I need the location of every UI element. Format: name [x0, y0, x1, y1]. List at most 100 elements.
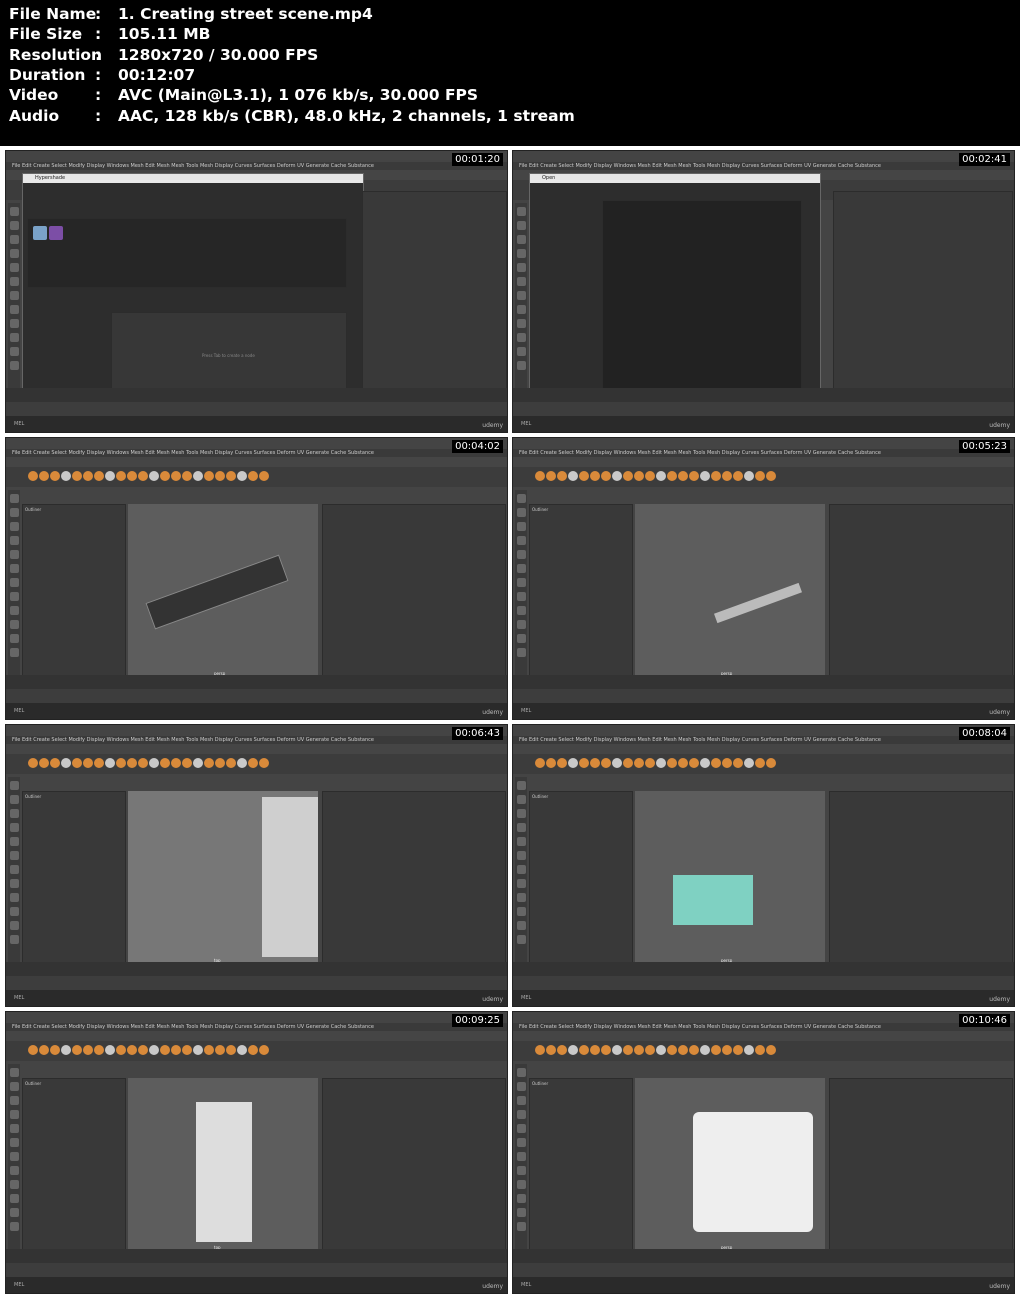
tool-icon[interactable] — [9, 907, 19, 916]
shelf-tool-icon[interactable] — [215, 1045, 225, 1055]
shelf-tool-icon[interactable] — [766, 1045, 776, 1055]
file-list[interactable] — [602, 200, 802, 390]
tool-icon[interactable] — [9, 935, 19, 944]
shelf-tool-icon[interactable] — [138, 758, 148, 768]
shelf-tool-icon[interactable] — [72, 758, 82, 768]
tool-icon[interactable] — [9, 879, 19, 888]
shelf-tool-icon[interactable] — [226, 471, 236, 481]
shelf-tool-icon[interactable] — [590, 471, 600, 481]
tool-icon[interactable] — [516, 620, 526, 629]
shelf-tool-icon[interactable] — [546, 1045, 556, 1055]
tool-icon[interactable] — [516, 221, 526, 230]
menu-bar[interactable]: File Edit Create Select Modify Display W… — [6, 449, 507, 457]
time-slider[interactable] — [6, 388, 507, 402]
shelf-tool-icon[interactable] — [557, 758, 567, 768]
tool-icon[interactable] — [9, 319, 19, 328]
shelf-tool-icon[interactable] — [105, 1045, 115, 1055]
tool-icon[interactable] — [516, 249, 526, 258]
tool-icon[interactable] — [516, 361, 526, 370]
shelf-tool-icon[interactable] — [700, 471, 710, 481]
tool-icon[interactable] — [9, 249, 19, 258]
tool-icon[interactable] — [9, 291, 19, 300]
shelf-tool-icon[interactable] — [248, 758, 258, 768]
shelf-tool-icon[interactable] — [237, 1045, 247, 1055]
shelf-tool-icon[interactable] — [733, 1045, 743, 1055]
shelf-tool-icon[interactable] — [623, 1045, 633, 1055]
tool-icon[interactable] — [516, 207, 526, 216]
shelf-tool-icon[interactable] — [667, 471, 677, 481]
tool-icon[interactable] — [516, 536, 526, 545]
shelf-tool-icon[interactable] — [634, 758, 644, 768]
tool-icon[interactable] — [516, 1138, 526, 1147]
shelf-tool-icon[interactable] — [612, 758, 622, 768]
tool-icon[interactable] — [516, 592, 526, 601]
shelf-tool-icon[interactable] — [72, 471, 82, 481]
shelf-tool-icon[interactable] — [259, 758, 269, 768]
shelf-tool-icon[interactable] — [94, 471, 104, 481]
shelf-tool-icon[interactable] — [248, 471, 258, 481]
command-line[interactable]: MEL — [6, 1277, 507, 1293]
shelf-tool-icon[interactable] — [116, 471, 126, 481]
shelf-tool-icon[interactable] — [744, 471, 754, 481]
shelf-tool-icon[interactable] — [149, 1045, 159, 1055]
tool-icon[interactable] — [9, 620, 19, 629]
shelf-tool-icon[interactable] — [182, 1045, 192, 1055]
shelf-tool-icon[interactable] — [61, 758, 71, 768]
shelf-tool-icon[interactable] — [689, 1045, 699, 1055]
tool-icon[interactable] — [516, 1068, 526, 1077]
shelf-tool-icon[interactable] — [755, 758, 765, 768]
tool-icon[interactable] — [516, 634, 526, 643]
shelf-tool-icon[interactable] — [116, 1045, 126, 1055]
tool-icon[interactable] — [9, 263, 19, 272]
time-slider[interactable] — [513, 1249, 1014, 1263]
shelf-tool-icon[interactable] — [50, 1045, 60, 1055]
shelf-tool-icon[interactable] — [678, 758, 688, 768]
shelf-tool-icon[interactable] — [83, 471, 93, 481]
shelf-tool-icon[interactable] — [39, 758, 49, 768]
shelf-tool-icon[interactable] — [612, 1045, 622, 1055]
shelf-tool-icon[interactable] — [83, 758, 93, 768]
command-line[interactable]: MEL — [6, 703, 507, 719]
tool-icon[interactable] — [9, 277, 19, 286]
tool-icon[interactable] — [9, 1166, 19, 1175]
shelf-tool-icon[interactable] — [546, 471, 556, 481]
shelf-tool-icon[interactable] — [612, 471, 622, 481]
shelf-tool-icon[interactable] — [61, 1045, 71, 1055]
shelf-tool-icon[interactable] — [50, 471, 60, 481]
shelf-tool-icon[interactable] — [215, 758, 225, 768]
tool-icon[interactable] — [9, 648, 19, 657]
tool-icon[interactable] — [9, 221, 19, 230]
menu-bar[interactable]: File Edit Create Select Modify Display W… — [513, 162, 1014, 170]
shelf-tool-icon[interactable] — [182, 758, 192, 768]
range-slider[interactable] — [6, 402, 507, 416]
shelf-tool-icon[interactable] — [61, 471, 71, 481]
tool-icon[interactable] — [516, 935, 526, 944]
shelf-tool-icon[interactable] — [733, 758, 743, 768]
tool-icon[interactable] — [516, 1180, 526, 1189]
shelf-tool-icon[interactable] — [678, 471, 688, 481]
shelf-tool-icon[interactable] — [83, 1045, 93, 1055]
time-slider[interactable] — [6, 962, 507, 976]
tool-icon[interactable] — [9, 564, 19, 573]
tool-icon[interactable] — [516, 508, 526, 517]
shelf-tool-icon[interactable] — [39, 1045, 49, 1055]
tool-icon[interactable] — [9, 1096, 19, 1105]
material-swatch[interactable] — [33, 226, 47, 240]
tool-icon[interactable] — [9, 893, 19, 902]
tool-icon[interactable] — [9, 837, 19, 846]
shelf-tool-icon[interactable] — [557, 1045, 567, 1055]
tool-icon[interactable] — [516, 1166, 526, 1175]
menu-bar[interactable]: File Edit Create Select Modify Display W… — [513, 736, 1014, 744]
tool-icon[interactable] — [9, 851, 19, 860]
shelf-tool-icon[interactable] — [171, 471, 181, 481]
tool-icon[interactable] — [516, 907, 526, 916]
tool-icon[interactable] — [9, 1110, 19, 1119]
shelf-tool-icon[interactable] — [237, 471, 247, 481]
shelf-tool-icon[interactable] — [94, 758, 104, 768]
tool-icon[interactable] — [516, 1208, 526, 1217]
tool-icon[interactable] — [9, 1194, 19, 1203]
shelf-tool-icon[interactable] — [678, 1045, 688, 1055]
tool-icon[interactable] — [9, 1138, 19, 1147]
tool-icon[interactable] — [9, 795, 19, 804]
shelf-tool-icon[interactable] — [160, 758, 170, 768]
